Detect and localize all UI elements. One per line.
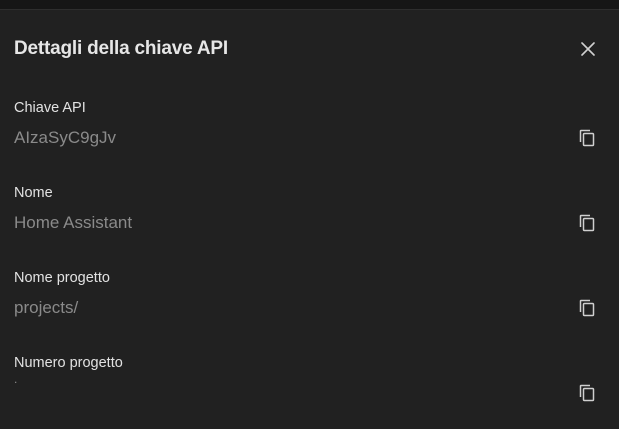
dialog-title: Dettagli della chiave API: [14, 38, 228, 59]
project-name-label: Nome progetto: [14, 270, 110, 286]
api-key-value: AIzaSyC9gJv: [14, 128, 117, 147]
project-number-value: .: [14, 372, 18, 386]
top-bar: [0, 0, 619, 10]
project-name-value: projects/: [14, 298, 79, 317]
name-label: Nome: [14, 185, 53, 201]
copy-icon: [579, 129, 595, 147]
copy-icon: [579, 214, 595, 232]
api-key-label: Chiave API: [14, 100, 86, 116]
copy-api-key-button[interactable]: [576, 127, 598, 149]
name-value: Home Assistant: [14, 213, 133, 232]
close-icon: [581, 42, 595, 56]
copy-icon: [579, 384, 595, 402]
project-number-label: Numero progetto: [14, 355, 123, 371]
copy-icon: [579, 299, 595, 317]
copy-project-number-button[interactable]: [576, 382, 598, 404]
copy-name-button[interactable]: [576, 212, 598, 234]
close-button[interactable]: [574, 36, 602, 62]
copy-project-name-button[interactable]: [576, 297, 598, 319]
